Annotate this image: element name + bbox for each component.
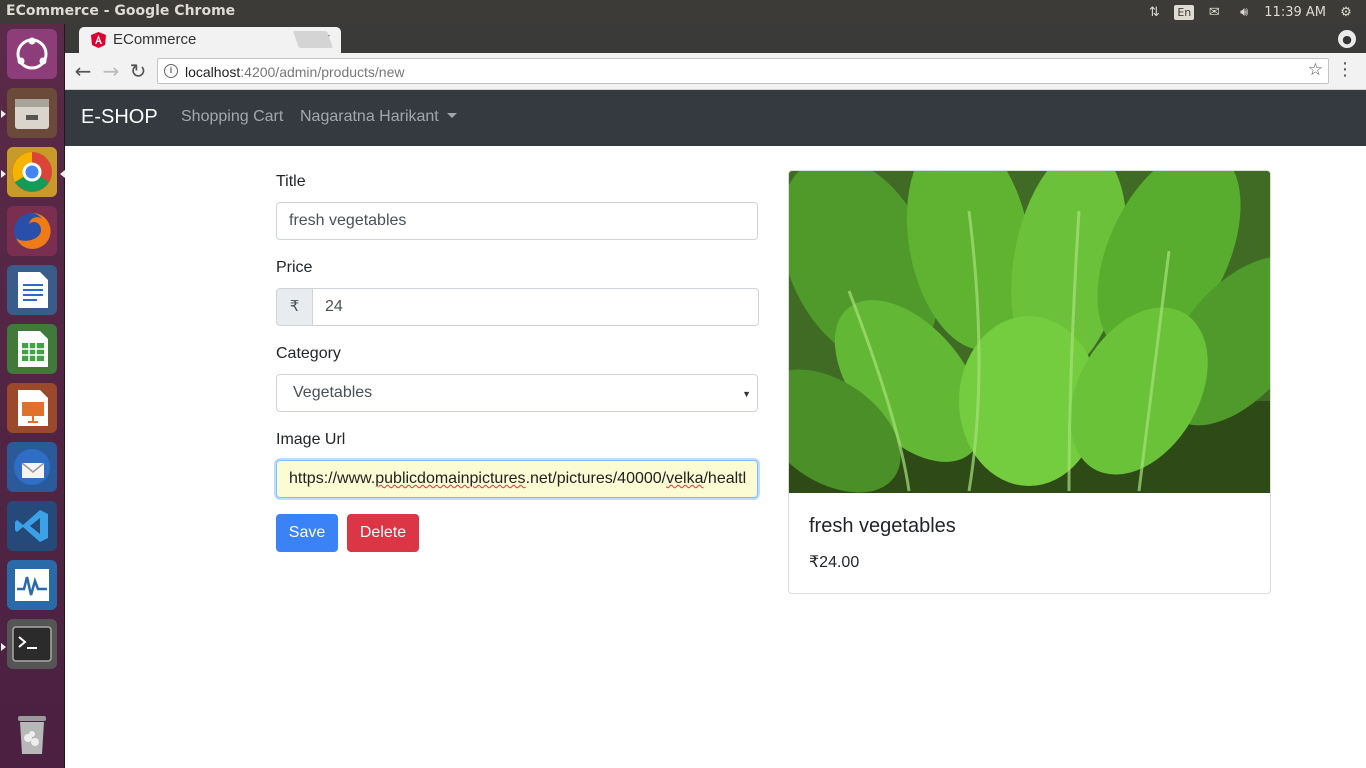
- volume-icon[interactable]: 🔊︎: [1234, 2, 1254, 22]
- title-label: Title: [276, 173, 306, 190]
- preview-price: ₹24.00: [809, 554, 860, 571]
- keyboard-layout-indicator[interactable]: En: [1174, 4, 1195, 20]
- save-button[interactable]: Save: [276, 514, 338, 552]
- browser-toolbar: ← → ↻ i localhost:4200/admin/products/ne…: [65, 53, 1366, 90]
- system-tray: ⇅ En ✉ 🔊︎ 11:39 AM ⚙: [1144, 2, 1356, 22]
- active-indicator: [60, 170, 65, 178]
- product-preview-card: fresh vegetables ₹24.00: [788, 170, 1271, 594]
- system-monitor-icon[interactable]: [7, 560, 57, 610]
- tab-title: ECommerce: [113, 31, 197, 48]
- running-indicator: [1, 110, 6, 118]
- category-label: Category: [276, 345, 341, 362]
- network-icon[interactable]: ⇅: [1144, 2, 1164, 22]
- chrome-menu-icon[interactable]: ⋮: [1336, 61, 1354, 79]
- terminal-icon[interactable]: [7, 619, 57, 669]
- trash-icon[interactable]: [7, 709, 57, 759]
- profile-icon[interactable]: ●: [1338, 30, 1356, 48]
- clock[interactable]: 11:39 AM: [1264, 5, 1326, 20]
- launcher: [0, 24, 65, 768]
- nav-shopping-cart[interactable]: Shopping Cart: [181, 108, 283, 126]
- user-dropdown[interactable]: Nagaratna Harikant: [300, 108, 457, 126]
- brand-link[interactable]: E-SHOP: [81, 106, 158, 129]
- chevron-down-icon: [446, 113, 457, 118]
- site-info-icon[interactable]: i: [164, 64, 178, 78]
- angular-favicon-icon: [91, 32, 106, 52]
- tab-ecommerce[interactable]: ECommerce ×: [79, 27, 341, 53]
- firefox-icon[interactable]: [7, 206, 57, 256]
- reload-icon[interactable]: ↻: [127, 59, 149, 83]
- mail-icon[interactable]: ✉: [1204, 2, 1224, 22]
- browser-tabstrip: ECommerce × ●: [65, 24, 1366, 53]
- category-selected: Vegetables: [293, 384, 373, 401]
- price-label: Price: [276, 259, 313, 276]
- currency-prepend: ₹: [276, 288, 313, 326]
- select-arrow-icon: ▼: [742, 389, 751, 399]
- bookmark-star-icon[interactable]: ☆: [1308, 60, 1323, 80]
- new-tab-button[interactable]: [292, 31, 334, 48]
- impress-icon[interactable]: [7, 383, 57, 433]
- image-url-input[interactable]: https://www.publicdomainpictures.net/pic…: [276, 460, 758, 498]
- preview-title: fresh vegetables: [809, 515, 956, 537]
- window-title: ECommerce - Google Chrome: [6, 3, 236, 19]
- calc-icon[interactable]: [7, 324, 57, 374]
- user-name: Nagaratna Harikant: [300, 108, 439, 125]
- title-input[interactable]: fresh vegetables: [276, 202, 758, 240]
- settings-gear-icon[interactable]: ⚙: [1336, 2, 1356, 22]
- files-icon[interactable]: [7, 88, 57, 138]
- vscode-icon[interactable]: [7, 501, 57, 551]
- product-image: [789, 171, 1270, 493]
- address-bar[interactable]: i localhost:4200/admin/products/new ☆: [157, 58, 1329, 84]
- writer-icon[interactable]: [7, 265, 57, 315]
- price-input[interactable]: 24: [312, 288, 759, 326]
- category-select[interactable]: Vegetables ▼: [276, 374, 758, 412]
- ubuntu-icon[interactable]: [7, 29, 57, 79]
- app-navbar: E-SHOP Shopping Cart Nagaratna Harikant: [65, 90, 1366, 146]
- running-indicator: [1, 643, 6, 651]
- back-arrow-icon[interactable]: ←: [72, 59, 94, 83]
- url-text: localhost:4200/admin/products/new: [185, 64, 405, 80]
- thunderbird-icon[interactable]: [7, 442, 57, 492]
- delete-button[interactable]: Delete: [347, 514, 419, 552]
- forward-arrow-icon[interactable]: →: [100, 59, 122, 83]
- system-top-panel: ECommerce - Google Chrome ⇅ En ✉ 🔊︎ 11:3…: [0, 0, 1366, 24]
- image-url-label: Image Url: [276, 431, 346, 448]
- running-indicator: [1, 170, 6, 178]
- chrome-icon[interactable]: [7, 147, 57, 197]
